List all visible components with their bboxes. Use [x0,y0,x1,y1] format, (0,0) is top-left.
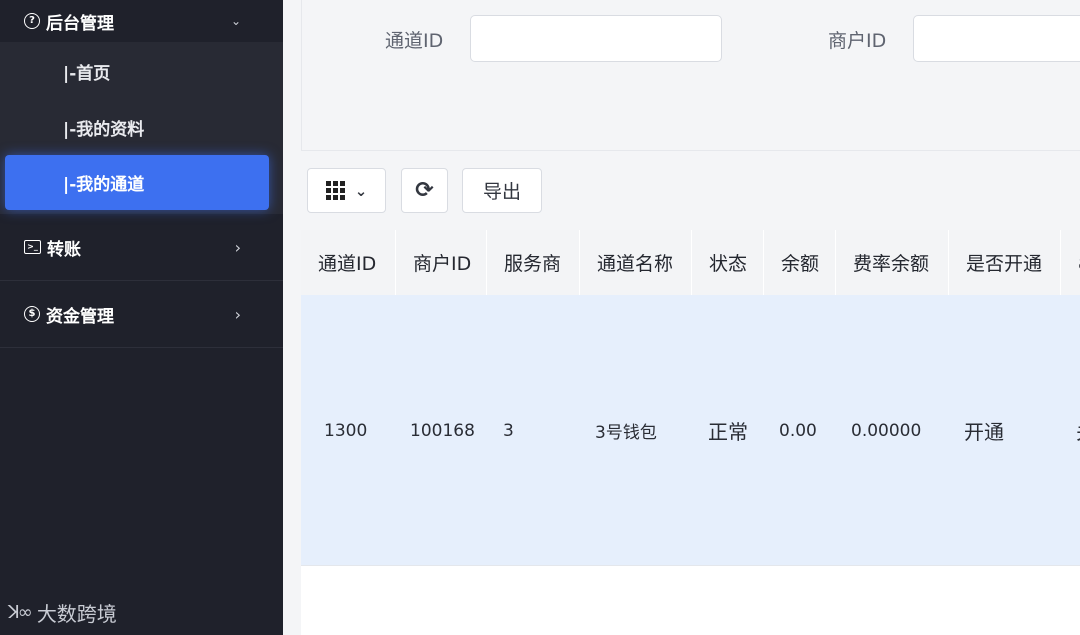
cell-truncated: 关 [1061,295,1080,566]
cell-status: 正常 [708,420,748,444]
terminal-icon: >_ [24,240,41,254]
sidebar-item-home[interactable]: |-首页 [0,43,283,99]
menu-group-label: 后台管理 [46,13,114,34]
watermark-logo-icon: ꓘ∞ [8,602,33,623]
table-row[interactable]: 1300 100168 3 3号钱包 正常 0.00 0.00000 开通 关 [301,295,1080,566]
cell-enabled: 开通 [964,420,1004,444]
cell-provider: 3 [503,420,514,441]
merchant-id-label: 商户ID [828,30,887,52]
watermark-text: 大数跨境 [36,602,117,626]
export-label: 导出 [482,181,521,203]
column-header[interactable]: 是否开通 [949,230,1061,295]
chevron-down-icon: ⌄ [354,181,368,200]
chevron-right-icon: › [234,304,241,324]
main-content: 通道ID 商户ID ⌄ ⟳ 导出 通道ID 商户ID 服务商 通道名称 状态 余… [283,0,1080,635]
sidebar-item-label: 转账 [47,239,81,260]
refresh-button[interactable]: ⟳ [401,168,448,213]
sidebar-item-label: |-我的资料 [63,119,145,140]
sidebar-item-transfer[interactable]: >_ 转账 › [0,214,283,281]
column-header[interactable]: 状态 [692,230,764,295]
column-header[interactable]: 费率余额 [836,230,949,295]
menu-group-admin[interactable]: ? 后台管理 ⌄ [0,0,283,42]
merchant-id-input[interactable] [913,15,1080,62]
sidebar-item-my-channels[interactable]: |-我的通道 [5,155,269,210]
column-header[interactable]: 通道ID [301,230,396,295]
sidebar-item-funds[interactable]: $ 资金管理 › [0,281,283,348]
chevron-right-icon: › [234,237,241,257]
cell-channel-id: 1300 [324,420,368,441]
channel-id-label: 通道ID [385,30,444,52]
submenu: |-首页 |-我的资料 |-我的通道 [0,42,283,214]
channel-table: 通道ID 商户ID 服务商 通道名称 状态 余额 费率余额 是否开通 æ 130… [301,230,1080,635]
columns-toggle-button[interactable]: ⌄ [307,168,386,213]
chevron-down-icon: ⌄ [230,14,241,28]
sidebar-item-profile[interactable]: |-我的资料 [0,99,283,155]
refresh-icon: ⟳ [415,178,434,203]
column-header[interactable]: 商户ID [396,230,487,295]
filter-panel: 通道ID 商户ID [301,0,1080,151]
export-button[interactable]: 导出 [462,168,542,213]
sidebar: ? 后台管理 ⌄ |-首页 |-我的资料 |-我的通道 >_ 转账 › $ 资金… [0,0,283,635]
question-circle-icon: ? [24,13,40,29]
sidebar-item-label: 资金管理 [46,306,114,327]
table-header: 通道ID 商户ID 服务商 通道名称 状态 余额 费率余额 是否开通 æ [301,230,1080,295]
cell-merchant-id: 100168 [410,420,475,441]
cell-fee-balance: 0.00000 [851,420,922,441]
column-header[interactable]: 服务商 [487,230,580,295]
grid-icon [325,181,345,200]
dollar-circle-icon: $ [24,306,40,322]
column-header[interactable]: 余额 [764,230,836,295]
cell-balance: 0.00 [779,420,817,441]
channel-id-input[interactable] [470,15,722,62]
column-header[interactable]: æ [1061,230,1080,295]
watermark: ꓘ∞ 大数跨境 [8,598,117,627]
sidebar-item-label: |-我的通道 [63,175,145,195]
column-header[interactable]: 通道名称 [580,230,692,295]
cell-channel-name: 3号钱包 [595,423,657,443]
sidebar-item-label: |-首页 [63,63,111,84]
